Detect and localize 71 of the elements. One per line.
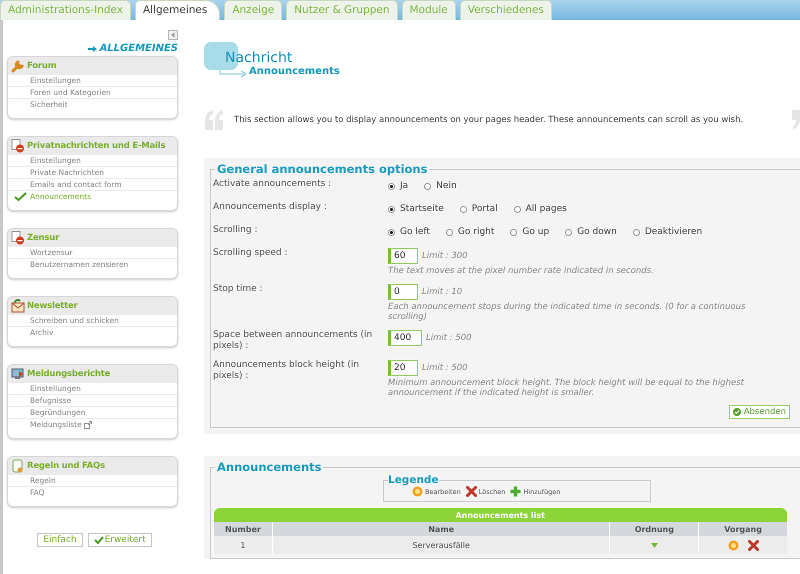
page-title: Nachricht xyxy=(225,50,292,66)
column-header: Name xyxy=(272,522,610,536)
section-title: General announcements options xyxy=(216,162,428,176)
monitor-icon xyxy=(11,366,25,380)
check-circle-icon xyxy=(732,408,741,416)
field-label: Announcements block height (in pixels) : xyxy=(213,360,360,383)
page-subtitle: Announcements xyxy=(249,66,340,77)
limit-text: Limit : 500 xyxy=(426,333,472,343)
menu-group-title: Regeln und FAQs xyxy=(27,460,105,470)
radio-option[interactable]: Nein xyxy=(424,181,457,191)
number-field[interactable]: 0 xyxy=(388,284,418,300)
radio-option[interactable]: Deaktivieren xyxy=(632,227,702,237)
field-label: Scrolling speed : xyxy=(213,248,289,260)
nav-tab[interactable]: Allgemeines xyxy=(135,0,220,20)
section-heading: ALLGEMEINES xyxy=(100,43,178,54)
radio-option[interactable]: Ja xyxy=(388,181,408,191)
field-label: Stop time : xyxy=(213,284,264,296)
column-header: Vorgang xyxy=(698,522,787,536)
delete-icon[interactable] xyxy=(748,540,759,550)
number-field[interactable]: 400 xyxy=(388,330,422,346)
limit-text: Limit : 300 xyxy=(422,251,468,261)
menu-group-title: Privatnachrichten und E-Mails xyxy=(27,140,166,150)
radio-option[interactable]: Go right xyxy=(446,227,494,237)
view-mode-button[interactable]: Erweitert xyxy=(88,533,152,547)
intro-text: This section allows you to display announcements on your pages header. These announcements can scroll as you wish. xyxy=(233,115,744,125)
legend-title: Legende xyxy=(388,474,439,486)
envelope-icon xyxy=(11,298,25,312)
radio-option[interactable]: All pages xyxy=(514,204,567,214)
field-label: Activate announcements : xyxy=(213,179,332,191)
nav-tab[interactable]: Nutzer & Gruppen xyxy=(286,0,398,20)
close-quote-icon xyxy=(792,110,800,130)
no-entry-document-icon xyxy=(11,230,25,244)
nav-tab[interactable]: Verschiedenes xyxy=(460,0,552,20)
hint-text: The text moves at the pixel number rate indicated in seconds. xyxy=(388,266,655,276)
hint-text: Minimum announcement block height. The block height will be equal to the highest announcement if the indicated height is smaller. xyxy=(388,378,746,398)
radio-option[interactable]: Go up xyxy=(510,227,550,237)
view-mode-button[interactable]: Einfach xyxy=(37,533,83,547)
limit-text: Limit : 500 xyxy=(422,363,468,373)
table-cell: 1 xyxy=(214,536,272,554)
nav-tab[interactable]: Administrations-Index xyxy=(0,0,131,20)
table-cell: Serverausfälle xyxy=(272,536,610,554)
nav-tab[interactable]: Anzeige xyxy=(224,0,282,20)
column-header: Number xyxy=(214,522,272,536)
limit-text: Limit : 10 xyxy=(422,287,462,297)
menu-group-title: Forum xyxy=(27,60,56,70)
hint-text: Each announcement stops during the indicated time in seconds. (0 for a continuous scrolling) xyxy=(388,302,746,322)
move-down-icon[interactable] xyxy=(650,542,658,548)
field-label: Space between announcements (in pixels) : xyxy=(213,330,374,352)
menu-group-title: Zensur xyxy=(27,232,60,242)
field-label: Announcements display : xyxy=(213,202,328,214)
field-label: Scrolling : xyxy=(213,225,258,237)
radio-option[interactable]: Portal xyxy=(460,204,498,214)
number-field[interactable]: 60 xyxy=(388,248,418,264)
check-icon xyxy=(94,536,104,544)
column-header: Ordnung xyxy=(610,522,699,536)
open-quote-icon xyxy=(204,110,224,130)
plus-icon xyxy=(510,486,522,497)
submit-button[interactable]: Absenden xyxy=(728,405,790,419)
menu-group-title: Newsletter xyxy=(27,300,78,310)
no-entry-document-icon xyxy=(11,138,25,152)
radio-option[interactable]: Startseite xyxy=(388,204,444,214)
arrow-right-icon xyxy=(88,46,97,52)
menu-group-title: Meldungsberichte xyxy=(27,368,110,378)
radio-option[interactable]: Go down xyxy=(565,227,617,237)
delete-icon xyxy=(466,486,477,497)
table-title-bar: Announcements list xyxy=(214,508,787,522)
nav-tab[interactable]: Module xyxy=(402,0,456,20)
radio-option[interactable]: Go left xyxy=(388,227,430,237)
section-title: Announcements xyxy=(216,460,322,474)
wrench-icon xyxy=(11,58,25,72)
number-field[interactable]: 20 xyxy=(388,360,418,376)
